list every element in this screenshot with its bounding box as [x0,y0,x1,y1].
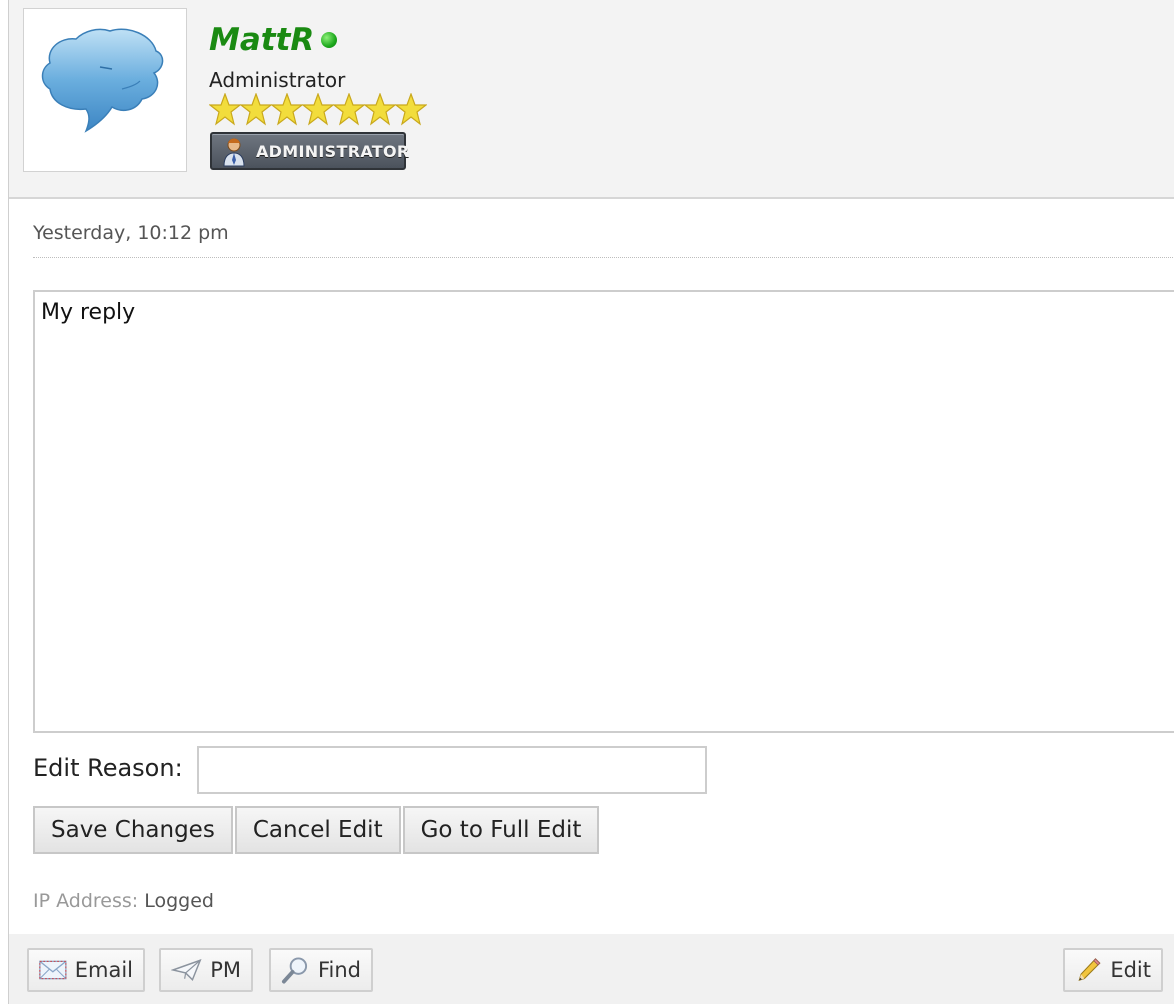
divider [33,257,1174,258]
post-editor-textarea[interactable]: My reply [33,290,1174,733]
ip-address-line: IP Address: Logged [33,890,214,912]
edit-reason-input[interactable] [197,746,707,794]
administrator-badge: ADMINISTRATOR [210,132,409,170]
administrator-person-icon [223,138,245,167]
speech-bubble-icon [41,28,164,133]
post-date: Yesterday, 10:12 pm [33,222,229,244]
paper-plane-icon [171,959,202,982]
username[interactable]: MattR [209,22,314,58]
user-role: Administrator [209,68,346,92]
email-button[interactable]: Email [27,948,145,992]
save-changes-button[interactable]: Save Changes [33,806,233,854]
pm-button[interactable]: PM [159,948,253,992]
email-label: Email [74,958,133,982]
star-icon [240,93,272,126]
edit-label: Edit [1110,958,1151,982]
pm-label: PM [210,958,241,982]
envelope-icon [39,960,67,980]
author-panel: MattR Administrator ADMINISTRATOR [9,0,1174,199]
rank-stars [209,93,427,127]
avatar[interactable] [23,8,187,172]
cancel-edit-button[interactable]: Cancel Edit [234,806,401,854]
find-label: Find [317,958,361,982]
ip-address-label: IP Address: [33,890,139,912]
badge-label: ADMINISTRATOR [256,142,410,161]
full-edit-button[interactable]: Go to Full Edit [402,806,600,854]
star-icon [333,93,365,126]
edit-button[interactable]: Edit [1063,948,1163,992]
edit-actions: Save Changes Cancel Edit Go to Full Edit [33,806,601,854]
star-icon [209,93,241,126]
ip-address-value: Logged [144,890,214,912]
post-container: MattR Administrator ADMINISTRATOR Yester… [8,0,1174,1004]
magnifier-icon [281,957,308,984]
find-button[interactable]: Find [269,948,373,992]
star-icon [302,93,334,126]
star-icon [271,93,303,126]
post-footer: Email PM Find Edit [9,934,1174,1004]
edit-reason-label: Edit Reason: [33,754,183,782]
pencil-icon [1078,958,1101,982]
online-status-icon [321,32,337,48]
star-icon [395,93,427,126]
star-icon [364,93,396,126]
